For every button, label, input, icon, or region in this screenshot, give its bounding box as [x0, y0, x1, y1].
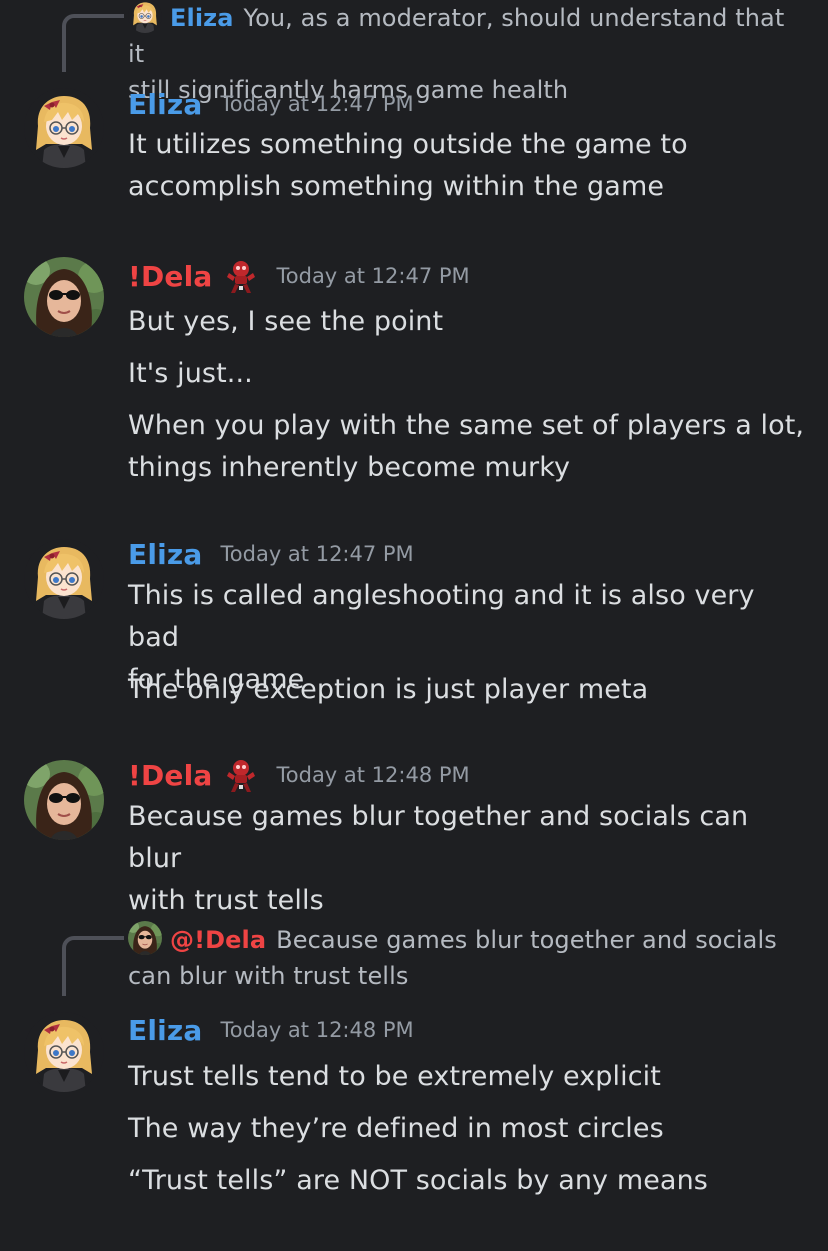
username[interactable]: Eliza: [128, 88, 203, 121]
message-text[interactable]: It's just...: [128, 353, 808, 395]
username[interactable]: !Dela: [128, 759, 213, 792]
message-text[interactable]: Trust tells tend to be extremely explici…: [128, 1056, 808, 1098]
avatar[interactable]: [24, 257, 104, 337]
message-line: things inherently become murky: [128, 452, 571, 483]
avatar[interactable]: [24, 88, 104, 168]
message-line: Because games blur together and socials …: [128, 801, 749, 874]
message-text[interactable]: “Trust tells” are NOT socials by any mea…: [128, 1160, 808, 1202]
username[interactable]: Eliza: [128, 1014, 203, 1047]
timestamp[interactable]: Today at 12:48 PM: [221, 1018, 414, 1042]
timestamp[interactable]: Today at 12:47 PM: [221, 92, 414, 116]
message-text[interactable]: When you play with the same set of playe…: [128, 405, 808, 489]
avatar[interactable]: [24, 760, 104, 840]
message-header: Eliza Today at 12:47 PM: [128, 84, 414, 124]
message-header: !Dela Today at 12:47 PM: [128, 256, 470, 296]
timestamp[interactable]: Today at 12:47 PM: [277, 264, 470, 288]
dela-avatar-icon[interactable]: [128, 921, 162, 955]
message-text[interactable]: Because games blur together and socials …: [128, 796, 808, 922]
timestamp[interactable]: Today at 12:48 PM: [277, 763, 470, 787]
reply-text: Because games blur together and socials: [276, 926, 777, 954]
message-text[interactable]: But yes, I see the point: [128, 301, 808, 343]
reply-text-continued: can blur with trust tells: [128, 962, 409, 990]
reply-connector: [62, 14, 124, 72]
message-line: accomplish something within the game: [128, 171, 665, 202]
message-header: Eliza Today at 12:47 PM: [128, 534, 414, 574]
message-line: This is called angleshooting and it is a…: [128, 580, 755, 653]
avatar[interactable]: [24, 1012, 104, 1092]
message-text[interactable]: It utilizes something outside the game t…: [128, 124, 808, 208]
avatar[interactable]: [24, 539, 104, 619]
message-header: !Dela Today at 12:48 PM: [128, 755, 470, 795]
red-robot-role-icon[interactable]: [223, 758, 259, 794]
timestamp[interactable]: Today at 12:47 PM: [221, 542, 414, 566]
message-line: When you play with the same set of playe…: [128, 410, 805, 441]
eliza-avatar-icon[interactable]: [128, 0, 162, 33]
message-line: with trust tells: [128, 885, 324, 916]
reply-author[interactable]: Eliza: [170, 4, 234, 32]
username[interactable]: !Dela: [128, 260, 213, 293]
message-text[interactable]: The way they’re defined in most circles: [128, 1108, 808, 1150]
message-line: It utilizes something outside the game t…: [128, 129, 688, 160]
reply-author[interactable]: @!Dela: [170, 926, 266, 954]
username[interactable]: Eliza: [128, 538, 203, 571]
reply-preview-dela[interactable]: @!Dela Because games blur together and so…: [128, 922, 798, 994]
reply-connector: [62, 936, 124, 996]
message-text[interactable]: The only exception is just player meta: [128, 669, 808, 711]
message-header: Eliza Today at 12:48 PM: [128, 1010, 414, 1050]
red-robot-role-icon[interactable]: [223, 259, 259, 295]
